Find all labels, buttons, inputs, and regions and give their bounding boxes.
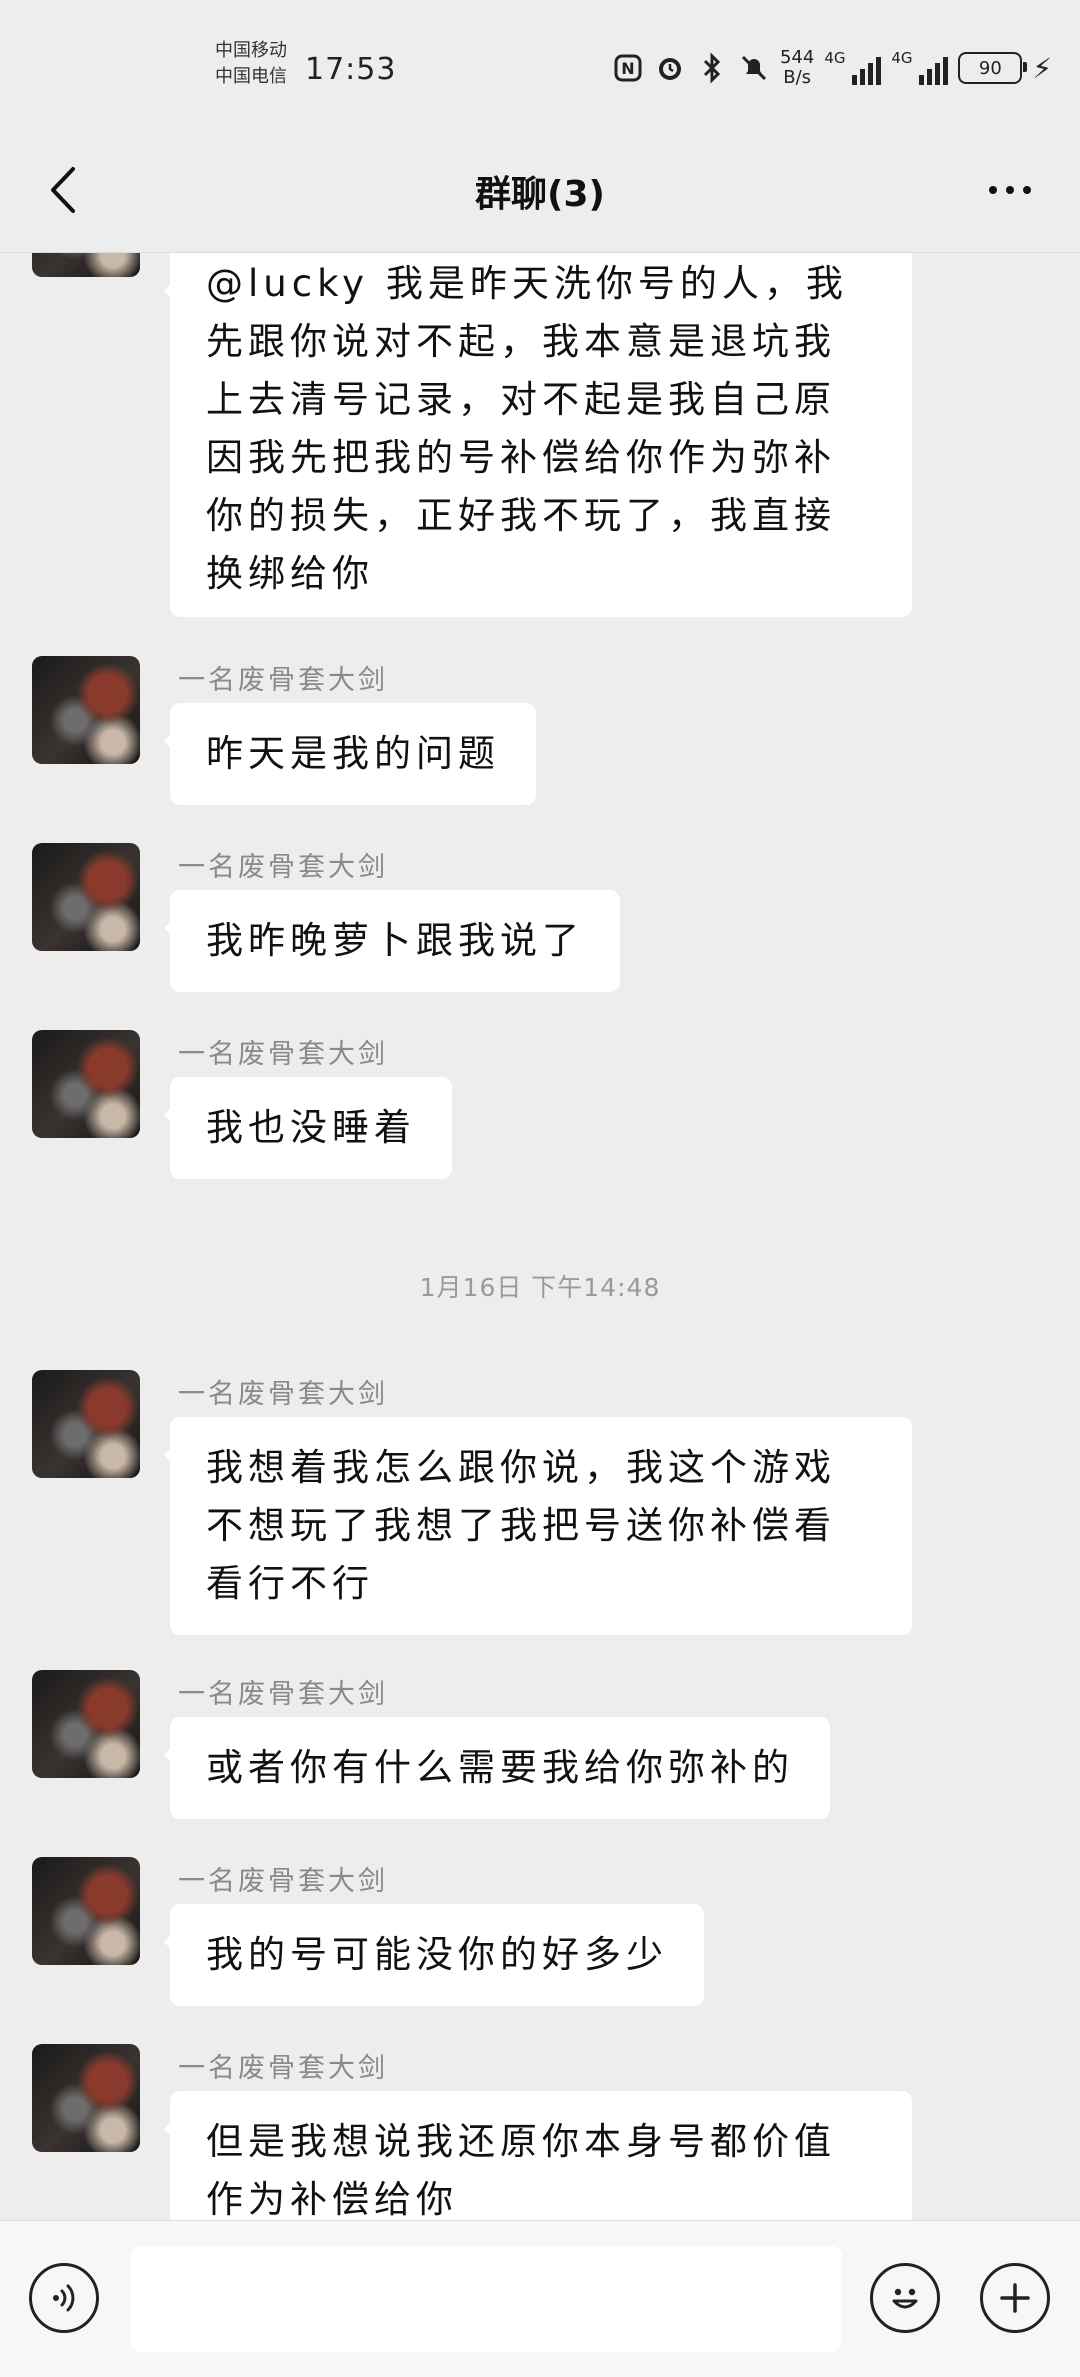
net-speed: 544 B/s bbox=[780, 48, 814, 88]
net-speed-value: 544 bbox=[779, 47, 815, 68]
voice-button[interactable] bbox=[29, 2263, 99, 2333]
sender-name: 一名废骨套大剑 bbox=[178, 1039, 388, 1070]
bluetooth-icon bbox=[696, 52, 728, 84]
signal-2-label: 4G bbox=[891, 49, 913, 67]
sender-name: 一名废骨套大剑 bbox=[178, 852, 388, 883]
message-bubble[interactable]: 我昨晚萝卜跟我说了 bbox=[164, 890, 620, 992]
avatar[interactable] bbox=[32, 2044, 140, 2152]
mute-icon bbox=[738, 52, 770, 84]
emoji-button[interactable] bbox=[870, 2263, 940, 2333]
signal-1-label: 4G bbox=[824, 49, 846, 67]
plus-icon bbox=[1000, 2283, 1030, 2313]
avatar[interactable] bbox=[32, 1030, 140, 1138]
net-speed-unit: B/s bbox=[783, 67, 812, 88]
signal-1-icon: 4G bbox=[824, 49, 882, 85]
message-bubble[interactable]: 我也没睡着 bbox=[164, 1077, 452, 1179]
message-bubble[interactable]: 昨天是我的问题 bbox=[164, 703, 536, 805]
message-input[interactable] bbox=[131, 2246, 842, 2352]
chat-area[interactable]: @lucky 我是昨天洗你号的人，我先跟你说对不起，我本意是退坑我上去清号记录，… bbox=[0, 253, 1080, 2220]
status-time: 17:53 bbox=[305, 52, 397, 87]
battery-icon: 90 bbox=[958, 52, 1028, 84]
input-bar bbox=[0, 2220, 1080, 2377]
sender-name: 一名废骨套大剑 bbox=[178, 1866, 388, 1897]
alarm-icon bbox=[654, 52, 686, 84]
voice-icon bbox=[53, 2284, 75, 2312]
emoji-icon bbox=[892, 2288, 918, 2309]
sender-name: 一名废骨套大剑 bbox=[178, 665, 388, 696]
avatar[interactable] bbox=[32, 1370, 140, 1478]
battery-level: 90 bbox=[978, 57, 1002, 79]
carrier-labels: 中国移动 中国电信 bbox=[215, 38, 287, 90]
avatar[interactable] bbox=[32, 656, 140, 764]
page-title: 群聊(3) bbox=[475, 174, 605, 215]
avatar[interactable] bbox=[32, 1857, 140, 1965]
nfc-icon: N bbox=[612, 52, 644, 84]
message-bubble[interactable]: 或者你有什么需要我给你弥补的 bbox=[164, 1717, 830, 1819]
status-bar: 中国移动 中国电信 17:53 N 544 B/s 4G 4G 90 ⚡ bbox=[0, 0, 1080, 130]
nav-bar: 群聊(3) bbox=[0, 130, 1080, 253]
more-button[interactable] bbox=[975, 165, 1045, 215]
carrier-2: 中国电信 bbox=[215, 66, 287, 87]
message-bubble[interactable]: 我想着我怎么跟你说，我这个游戏不想玩了我想了我把号送你补偿看看行不行 bbox=[164, 1417, 912, 1635]
message-bubble[interactable]: @lucky 我是昨天洗你号的人，我先跟你说对不起，我本意是退坑我上去清号记录，… bbox=[164, 253, 912, 617]
signal-2-icon: 4G bbox=[891, 49, 949, 85]
timestamp: 1月16日 下午14:48 bbox=[419, 1273, 661, 1302]
charging-icon: ⚡ bbox=[1032, 51, 1052, 85]
sender-name: 一名废骨套大剑 bbox=[178, 2053, 388, 2084]
avatar[interactable] bbox=[32, 253, 140, 277]
message-bubble[interactable]: 我的号可能没你的好多少 bbox=[164, 1904, 704, 2006]
plus-button[interactable] bbox=[980, 2263, 1050, 2333]
avatar[interactable] bbox=[32, 843, 140, 951]
svg-text:N: N bbox=[621, 59, 634, 78]
sender-name: 一名废骨套大剑 bbox=[178, 1679, 388, 1710]
carrier-1: 中国移动 bbox=[215, 40, 287, 61]
status-icons: N 544 B/s 4G 4G 90 ⚡ bbox=[612, 48, 1052, 88]
sender-name: 一名废骨套大剑 bbox=[178, 1379, 388, 1410]
message-bubble[interactable]: 但是我想说我还原你本身号都价值作为补偿给你 bbox=[164, 2091, 912, 2220]
more-dots-icon bbox=[989, 186, 1031, 194]
avatar[interactable] bbox=[32, 1670, 140, 1778]
